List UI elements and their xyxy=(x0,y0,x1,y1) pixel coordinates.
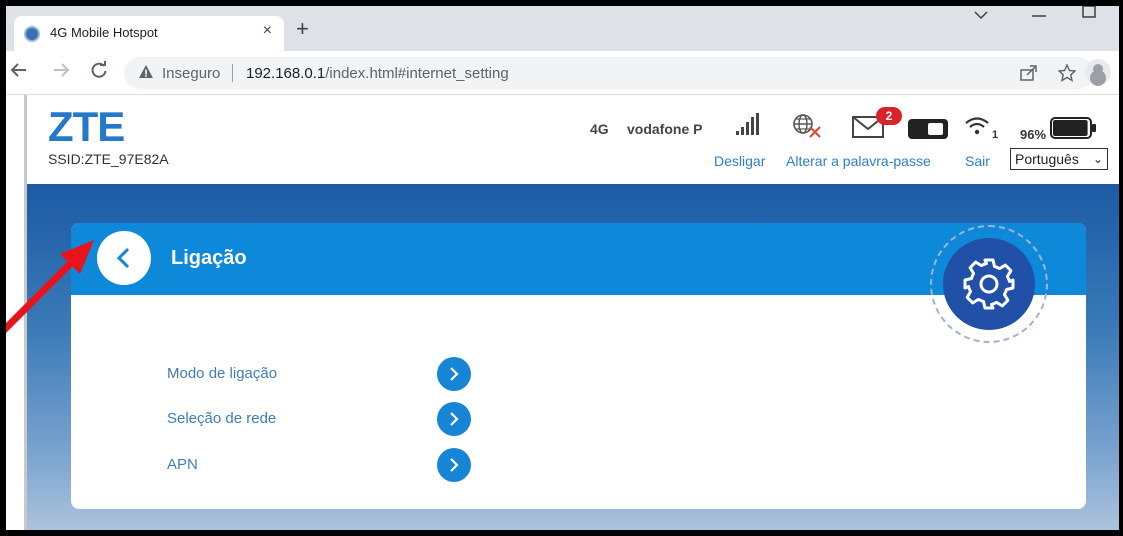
browser-toolbar: Inseguro 192.168.0.1/index.html#internet… xyxy=(6,51,1119,95)
language-selected: Português xyxy=(1015,151,1079,167)
tab-strip: 4G Mobile Hotspot × + xyxy=(6,6,1119,51)
disconnect-link[interactable]: Desligar xyxy=(714,153,765,169)
wifi-client-count: 1 xyxy=(992,129,999,141)
browser-window: 4G Mobile Hotspot × + Inseguro 192.168.0… xyxy=(0,0,1123,536)
tab-search-icon[interactable] xyxy=(974,10,988,20)
new-tab-button[interactable]: + xyxy=(296,18,309,40)
forward-arrow-icon[interactable] xyxy=(52,61,70,79)
maximize-icon[interactable] xyxy=(1082,6,1096,18)
signal-strength-icon xyxy=(736,113,759,135)
battery-icon xyxy=(1050,117,1096,139)
warning-icon[interactable] xyxy=(138,64,154,80)
battery-percent: 96% xyxy=(1020,127,1047,142)
annotation-arrow xyxy=(6,240,94,333)
tab-close-icon[interactable]: × xyxy=(263,22,272,40)
chevron-left-icon xyxy=(116,247,130,269)
language-select[interactable]: Português ⌄ xyxy=(1010,148,1108,170)
zte-logo: ZTE xyxy=(48,103,125,150)
sim-card-icon xyxy=(908,119,948,139)
minimize-icon[interactable] xyxy=(1032,12,1046,18)
change-password-link[interactable]: Alterar a palavra-passe xyxy=(786,153,931,169)
page-title: Ligação xyxy=(171,247,247,269)
back-arrow-icon[interactable] xyxy=(10,61,28,79)
tab-title: 4G Mobile Hotspot xyxy=(50,25,158,40)
router-page: ZTE SSID:ZTE_97E82A 4G vodafone P 2 1 96… xyxy=(24,95,1119,530)
menu-item-network-selection[interactable]: Seleção de rede xyxy=(167,410,276,427)
connection-mode-go-button[interactable] xyxy=(437,357,471,391)
globe-disconnected-icon xyxy=(793,114,821,138)
network-selection-go-button[interactable] xyxy=(437,402,471,436)
menu-item-apn[interactable]: APN xyxy=(167,456,198,473)
settings-gear-badge xyxy=(930,225,1048,343)
share-icon[interactable] xyxy=(1020,65,1038,81)
logout-link[interactable]: Sair xyxy=(965,153,990,169)
sms-count-badge: 2 xyxy=(876,107,902,125)
chevron-right-icon xyxy=(450,412,459,426)
url-path: /index.html#internet_setting xyxy=(325,65,509,82)
network-type: 4G xyxy=(590,121,609,137)
menu-item-connection-mode[interactable]: Modo de ligação xyxy=(167,365,277,382)
reload-icon[interactable] xyxy=(90,61,108,79)
favicon-icon xyxy=(24,26,40,42)
url-text[interactable]: 192.168.0.1/index.html#internet_setting xyxy=(246,65,509,82)
address-bar[interactable]: Inseguro 192.168.0.1/index.html#internet… xyxy=(124,57,1094,89)
insecure-label[interactable]: Inseguro xyxy=(162,65,220,82)
gear-icon xyxy=(963,258,1015,310)
ssid-label: SSID:ZTE_97E82A xyxy=(48,151,169,167)
browser-tab[interactable]: 4G Mobile Hotspot × xyxy=(14,16,284,51)
chevron-right-icon xyxy=(450,458,459,472)
chevron-down-icon: ⌄ xyxy=(1092,152,1103,166)
separator xyxy=(232,64,233,82)
chevron-right-icon xyxy=(450,367,459,381)
gear-circle xyxy=(943,238,1035,330)
profile-avatar[interactable] xyxy=(1085,59,1111,85)
operator-name: vodafone P xyxy=(627,121,703,137)
wifi-icon xyxy=(965,117,989,135)
url-host: 192.168.0.1 xyxy=(246,65,326,82)
bookmark-star-icon[interactable] xyxy=(1058,64,1076,82)
apn-go-button[interactable] xyxy=(437,448,471,482)
